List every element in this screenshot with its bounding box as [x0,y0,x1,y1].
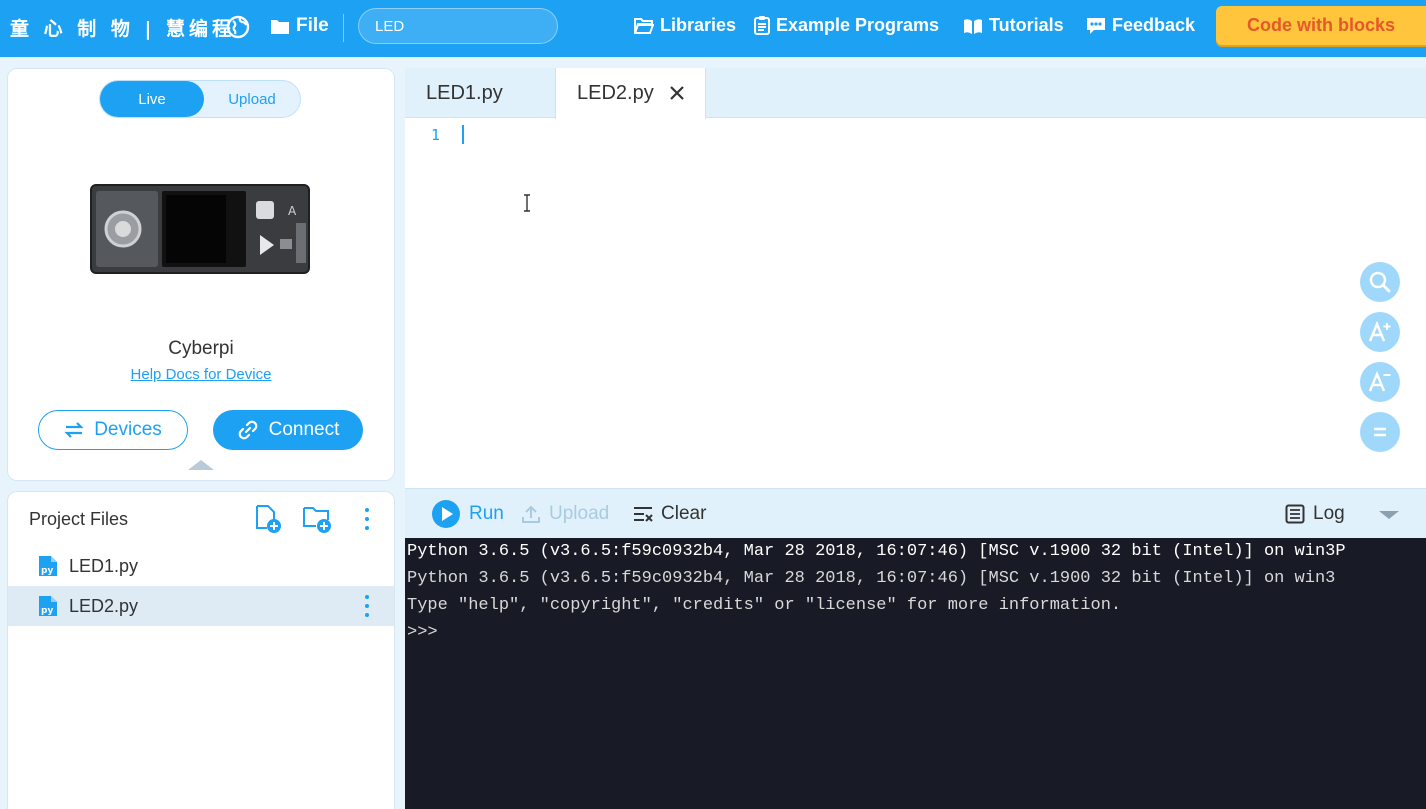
project-files-panel: Project Files py LED1.py py LED2.py [7,491,395,809]
collapse-caret-icon[interactable] [188,460,214,470]
decrease-font-button[interactable] [1360,362,1400,402]
upload-button[interactable]: Upload [521,489,609,539]
svg-text:A: A [288,204,297,218]
line-number: 1 [431,126,441,144]
console-collapse-caret-icon[interactable] [1379,511,1399,519]
connect-button-label: Connect [268,419,340,440]
upload-label: Upload [549,503,610,524]
tab-label: LED1.py [426,81,503,104]
increase-font-button[interactable] [1360,312,1400,352]
console-output[interactable]: Python 3.6.5 (v3.6.5:f59c0932b4, Mar 28 … [405,538,1426,809]
device-help-link[interactable]: Help Docs for Device [8,366,394,383]
language-globe-icon[interactable] [226,15,250,39]
folder-icon [271,19,289,34]
log-label: Log [1313,503,1345,524]
devices-button[interactable]: Devices [38,410,188,450]
libraries-label: Libraries [660,15,737,35]
log-button[interactable]: Log [1285,489,1345,539]
svg-text:py: py [41,606,53,616]
python-file-icon: py [39,596,57,616]
cyberpi-device-image: A [90,184,310,274]
console-prompt: >>> [407,623,438,642]
upload-mode-button[interactable]: Upload [204,81,300,117]
python-file-icon: py [39,556,57,576]
search-icon [1369,271,1391,293]
project-files-title: Project Files [29,509,129,529]
console-line: Type "help", "copyright", "credits" or "… [407,596,1122,615]
file-item-label: LED2.py [69,595,139,616]
tab-led1[interactable]: LED1.py [405,68,555,118]
format-code-button[interactable] [1360,412,1400,452]
header-divider [343,14,344,42]
upload-icon [522,505,540,523]
clear-label: Clear [661,503,707,524]
live-mode-button[interactable]: Live [100,81,204,117]
svg-text:py: py [41,566,53,576]
search-code-button[interactable] [1360,262,1400,302]
devices-button-label: Devices [94,419,162,440]
tab-label: LED2.py [577,82,654,104]
tutorials-link[interactable]: Tutorials [963,15,1064,36]
clipboard-icon [754,16,770,35]
file-item-label: LED1.py [69,555,139,576]
device-name: Cyberpi [168,338,234,359]
libraries-link[interactable]: Libraries [634,15,736,36]
file-menu-button[interactable]: File [270,15,329,37]
book-icon [964,18,982,34]
example-programs-link[interactable]: Example Programs [754,15,939,36]
files-more-icon[interactable] [364,508,370,530]
code-with-blocks-button[interactable]: Code with blocks [1216,6,1426,45]
add-folder-icon[interactable] [302,504,332,534]
link-icon [238,420,257,440]
feedback-label: Feedback [1112,15,1196,35]
file-item-led2[interactable]: py LED2.py [8,586,394,626]
clear-button[interactable]: Clear [633,489,706,539]
example-programs-label: Example Programs [776,15,940,35]
brand-logo: 童 心 制 物 | 慧编程 [10,18,236,40]
console-line: Python 3.6.5 (v3.6.5:f59c0932b4, Mar 28 … [407,569,1336,588]
connect-button[interactable]: Connect [213,410,363,450]
clear-lines-icon [634,507,653,522]
chat-bubble-icon [1087,17,1105,34]
font-increase-icon [1368,321,1391,342]
code-editor[interactable]: LED1.py LED2.py 1 [405,68,1426,488]
mode-toggle: Live Upload [99,80,301,118]
font-decrease-icon [1368,371,1391,392]
ibeam-cursor-icon [524,194,530,212]
project-name-input[interactable] [358,8,558,44]
file-item-led1[interactable]: py LED1.py [8,546,394,586]
play-icon [432,500,460,528]
top-bar: 童 心 制 物 | 慧编程 File Libraries Example Pro… [0,0,1426,57]
file-menu-label: File [296,15,329,36]
file-more-icon[interactable] [364,595,370,617]
editor-tab-bar: LED1.py LED2.py [405,68,1426,119]
run-button[interactable]: Run [431,489,504,539]
log-document-icon [1285,504,1305,524]
tutorials-label: Tutorials [989,15,1064,35]
console-toolbar: Run Upload Clear Log [405,488,1426,538]
folder-open-icon [634,17,654,34]
run-label: Run [469,503,504,524]
feedback-link[interactable]: Feedback [1086,15,1195,36]
device-panel: Live Upload A Cyberpi Help Docs for Devi… [7,68,395,481]
equals-icon [1374,427,1386,437]
text-cursor [462,125,464,144]
swap-arrows-icon [64,422,84,438]
console-line: Python 3.6.5 (v3.6.5:f59c0932b4, Mar 28 … [407,542,1346,561]
close-tab-icon[interactable] [669,85,685,101]
add-file-icon[interactable] [254,504,282,534]
tab-led2[interactable]: LED2.py [555,68,706,119]
